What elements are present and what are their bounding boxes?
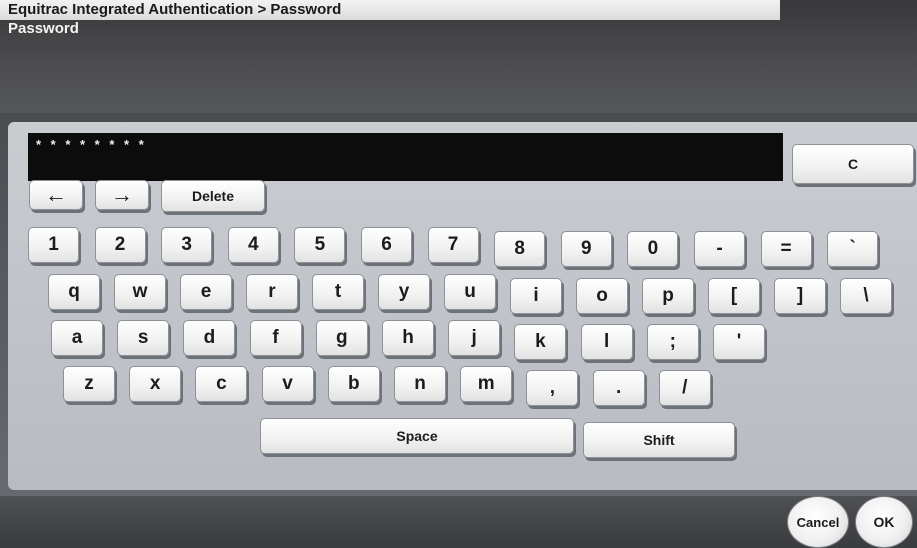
key-row1-4[interactable]: 5 [294, 227, 346, 263]
key-row4-1[interactable]: x [129, 366, 182, 402]
key-row2-10[interactable]: [ [708, 278, 760, 314]
key-row3-2[interactable]: d [183, 320, 236, 356]
key-row2-9[interactable]: p [642, 278, 694, 314]
key-row4-5[interactable]: n [394, 366, 446, 402]
key-row1-10[interactable]: - [694, 231, 745, 267]
title-bar [0, 18, 917, 113]
key-row1-8[interactable]: 9 [560, 231, 612, 267]
bottom-bar [0, 496, 917, 548]
key-row1-7[interactable]: 8 [494, 231, 546, 267]
key-row3-6[interactable]: j [448, 320, 501, 356]
ok-button[interactable]: OK [855, 496, 913, 548]
key-row2-11[interactable]: ] [774, 278, 826, 314]
key-row2-2[interactable]: e [180, 274, 232, 310]
key-row1-11[interactable]: = [760, 231, 812, 267]
key-row2-3[interactable]: r [246, 274, 298, 310]
key-row1-0[interactable]: 1 [28, 227, 79, 263]
key-row3-5[interactable]: h [382, 320, 434, 356]
key-row3-3[interactable]: f [249, 320, 302, 356]
cursor-right-button[interactable]: → [95, 180, 149, 210]
key-row2-8[interactable]: o [576, 278, 628, 314]
breadcrumb: Equitrac Integrated Authentication > Pas… [0, 0, 780, 20]
password-input[interactable]: * * * * * * * * [28, 133, 783, 181]
key-row4-6[interactable]: m [460, 366, 513, 402]
key-row2-1[interactable]: w [114, 274, 166, 310]
key-row2-12[interactable]: \ [840, 278, 892, 314]
key-row4-8[interactable]: . [592, 370, 645, 406]
cursor-left-button[interactable]: ← [29, 180, 83, 210]
key-row4-3[interactable]: v [261, 366, 314, 402]
key-row1-1[interactable]: 2 [94, 227, 146, 263]
key-row4-2[interactable]: c [195, 366, 248, 402]
key-row1-2[interactable]: 3 [161, 227, 213, 263]
key-row3-9[interactable]: ; [646, 324, 699, 360]
clear-button[interactable]: C [792, 144, 914, 184]
key-row1-9[interactable]: 0 [627, 231, 679, 267]
key-row4-9[interactable]: / [658, 370, 711, 406]
key-row3-10[interactable]: ' [713, 324, 765, 360]
key-row3-8[interactable]: l [580, 324, 633, 360]
key-row1-5[interactable]: 6 [361, 227, 412, 263]
key-row3-4[interactable]: g [315, 320, 368, 356]
key-row2-6[interactable]: u [444, 274, 496, 310]
key-row3-0[interactable]: a [51, 320, 103, 356]
key-row2-4[interactable]: t [312, 274, 364, 310]
key-row4-0[interactable]: z [63, 366, 115, 402]
key-row1-6[interactable]: 7 [427, 227, 479, 263]
key-row1-12[interactable]: ` [827, 231, 879, 267]
key-row3-7[interactable]: k [514, 324, 567, 360]
key-row3-1[interactable]: s [117, 320, 170, 356]
space-key[interactable]: Space [260, 418, 574, 454]
screen: Equitrac Integrated Authentication > Pas… [0, 0, 917, 548]
delete-button[interactable]: Delete [161, 180, 265, 212]
key-row4-7[interactable]: , [526, 370, 579, 406]
key-row1-3[interactable]: 4 [227, 227, 279, 263]
shift-key[interactable]: Shift [583, 422, 735, 458]
key-row2-0[interactable]: q [48, 274, 100, 310]
page-title: Password [8, 20, 79, 37]
cancel-button[interactable]: Cancel [787, 496, 849, 548]
key-row4-4[interactable]: b [327, 366, 380, 402]
key-row2-7[interactable]: i [510, 278, 562, 314]
key-row2-5[interactable]: y [378, 274, 430, 310]
